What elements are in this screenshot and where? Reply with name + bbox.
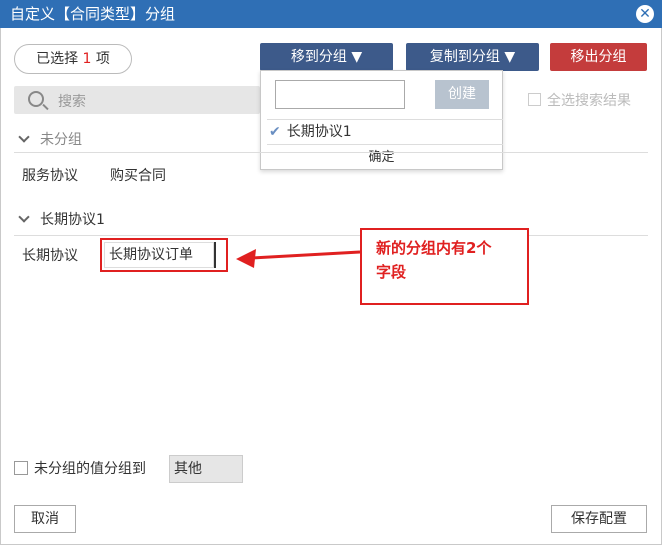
text-cursor (214, 242, 216, 268)
annotation-line-2: 字段 (376, 263, 407, 281)
select-all-search-results[interactable]: 全选搜索结果 (528, 90, 631, 110)
cancel-button[interactable]: 取消 (14, 505, 76, 533)
annotation-line-1: 新的分组内有2个 (376, 239, 492, 257)
dropdown-group-label: 长期协议1 (286, 124, 352, 140)
new-group-name-input[interactable] (275, 80, 405, 109)
group-row-label: 长期协议 (22, 248, 78, 264)
ungrouped-label: 未分组的值分组到 (34, 461, 146, 477)
annotation-callout: 新的分组内有2个 字段 (360, 228, 529, 305)
move-to-group-dropdown: 创建 ✔ 长期协议1 确定 (260, 70, 503, 170)
search-placeholder: 搜索 (58, 94, 86, 110)
chevron-down-icon (18, 211, 30, 223)
divider (14, 235, 648, 236)
save-config-button[interactable]: 保存配置 (551, 505, 647, 533)
move-to-group-button[interactable]: 移到分组 ▼ (260, 43, 393, 71)
check-icon: ✔ (269, 124, 281, 140)
annotation-arrow-icon (236, 249, 361, 268)
divider (14, 152, 648, 153)
create-group-button[interactable]: 创建 (435, 80, 489, 109)
ungrouped-checkbox[interactable] (14, 461, 28, 475)
select-all-checkbox[interactable] (528, 93, 541, 106)
dropdown-group-item[interactable]: ✔ 长期协议1 (267, 119, 503, 145)
search-input[interactable]: 搜索 (14, 86, 260, 114)
field-tag[interactable]: 服务协议 (22, 166, 78, 186)
group-name: 未分组 (40, 132, 82, 148)
remove-from-group-button[interactable]: 移出分组 (550, 43, 647, 71)
chevron-down-icon (18, 131, 30, 143)
field-tag[interactable]: 购买合同 (110, 166, 166, 186)
group-name: 长期协议1 (40, 212, 105, 228)
other-group-input[interactable]: 其他 (169, 455, 243, 483)
window-titlebar: 自定义【合同类型】分组 ✕ (0, 0, 662, 28)
field-tag[interactable]: 长期协议订单 (104, 242, 214, 268)
close-icon[interactable]: ✕ (636, 5, 654, 23)
group-header-long-term[interactable]: 长期协议1 (14, 208, 105, 232)
select-all-label: 全选搜索结果 (547, 93, 631, 109)
window-title: 自定义【合同类型】分组 (10, 5, 176, 23)
copy-to-group-button[interactable]: 复制到分组 ▼ (406, 43, 539, 71)
dropdown-confirm-button[interactable]: 确定 (261, 147, 502, 169)
ungrouped-option[interactable]: 未分组的值分组到 (14, 456, 146, 482)
search-icon (28, 91, 44, 107)
selected-prefix: 已选择 (36, 51, 79, 67)
group-header-ungrouped[interactable]: 未分组 (14, 128, 82, 152)
selected-count-badge: 已选择 1 项 (14, 44, 132, 74)
selected-suffix: 项 (95, 51, 110, 67)
selected-count-number: 1 (82, 51, 92, 67)
